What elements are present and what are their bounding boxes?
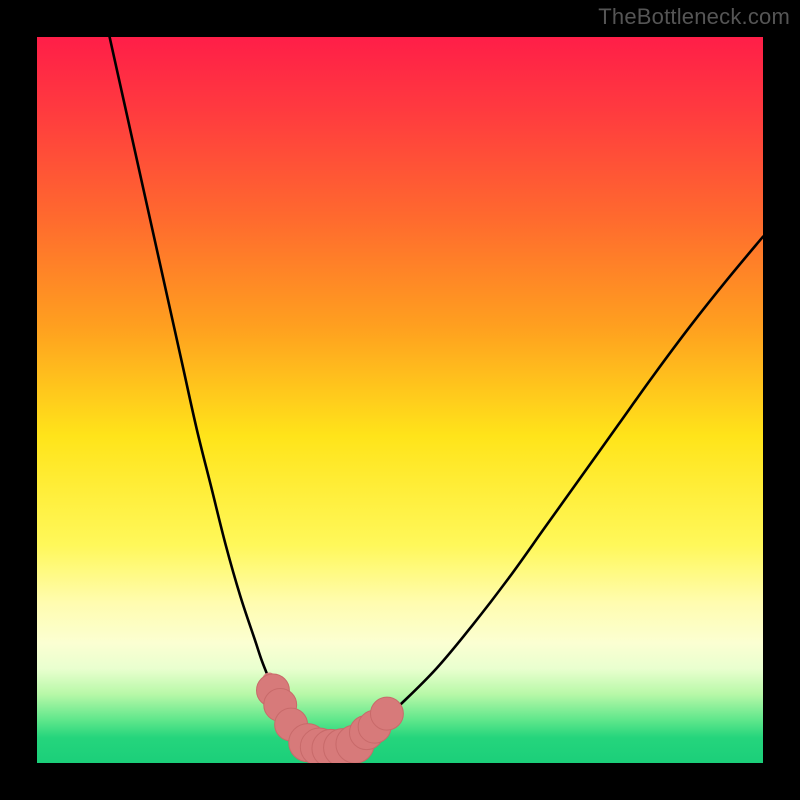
watermark-text: TheBottleneck.com [598,4,790,30]
chart-frame: TheBottleneck.com [0,0,800,800]
chart-svg [37,37,763,763]
data-marker [370,697,403,730]
plot-area [37,37,763,763]
gradient-bg [37,37,763,763]
